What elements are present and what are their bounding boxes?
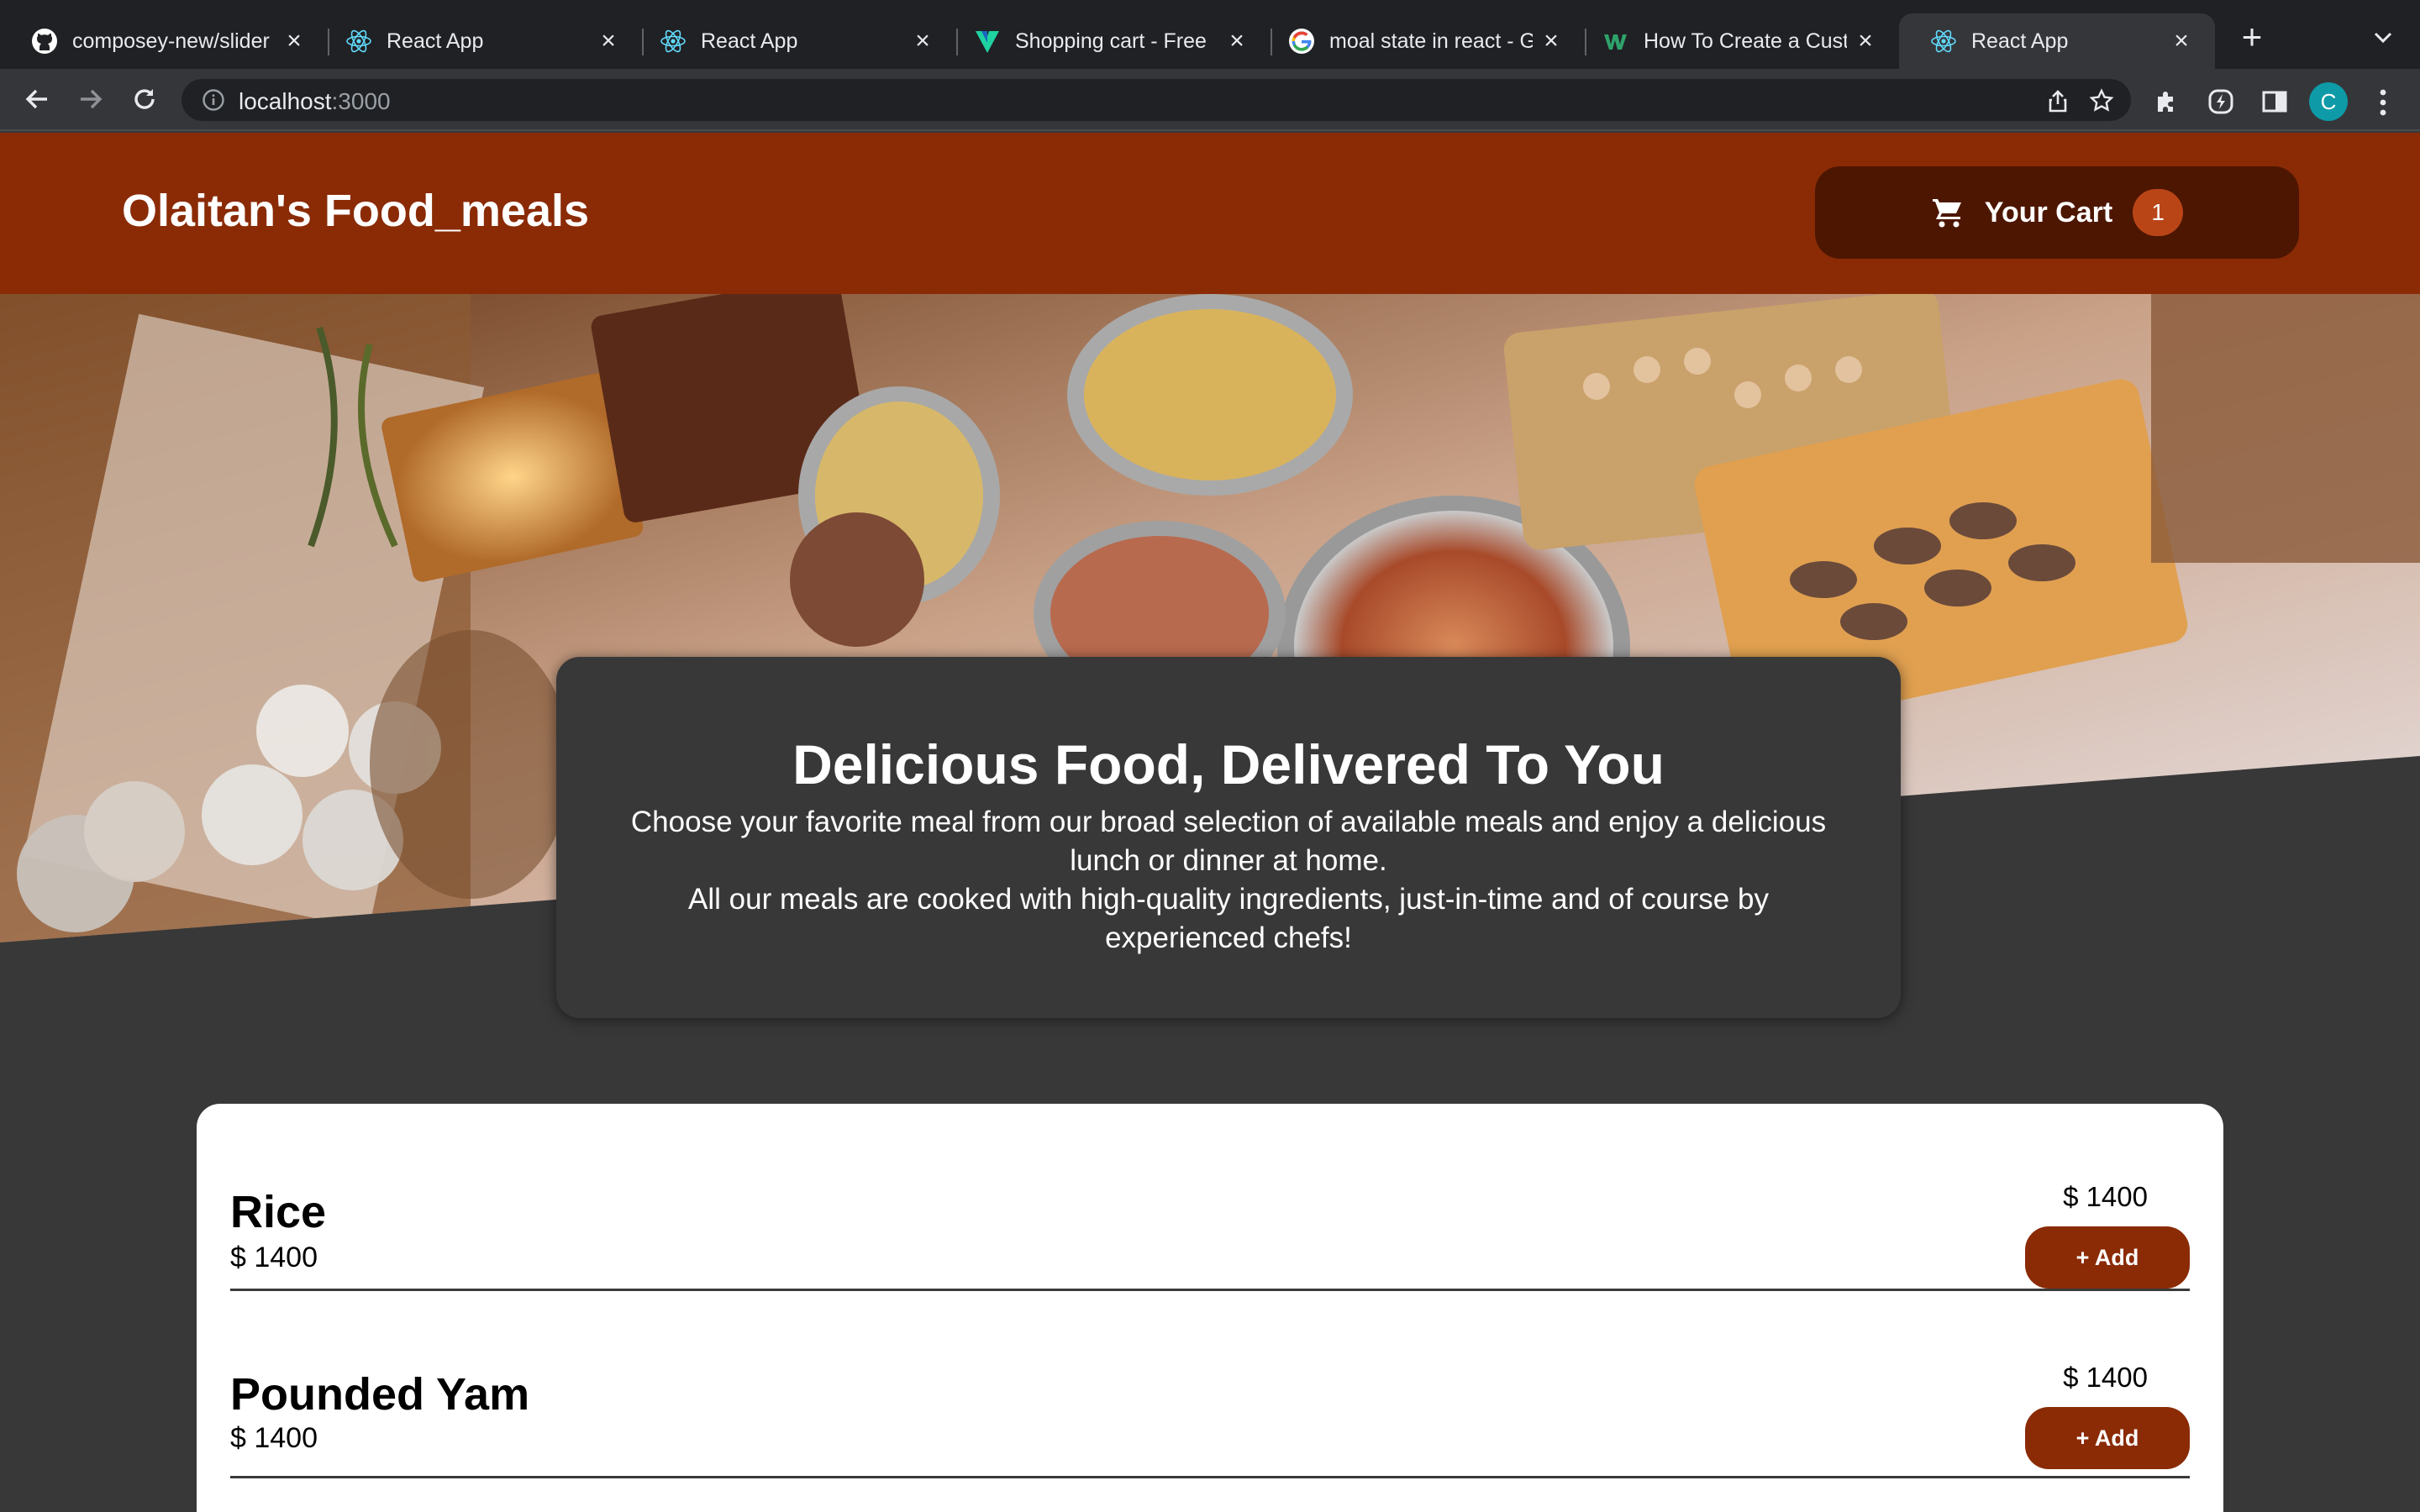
reload-button[interactable] [126, 81, 163, 118]
google-icon [1287, 27, 1316, 55]
meal-price: $ 1400 [230, 1242, 318, 1273]
bookmark-star-icon[interactable] [2089, 88, 2114, 113]
browser-tab-strip: composey-new/slider × React App × React … [0, 0, 2420, 69]
back-button[interactable] [18, 81, 55, 118]
side-panel-icon[interactable] [2260, 87, 2289, 116]
forward-button[interactable] [72, 81, 109, 118]
browser-tab[interactable]: composey-new/slider × [0, 13, 328, 69]
meal-name: Pounded Yam [230, 1369, 530, 1420]
browser-tab[interactable]: Shopping cart - Free × [943, 13, 1270, 69]
browser-toolbar: localhost:3000 [0, 69, 2420, 131]
extensions-puzzle-icon[interactable] [2153, 87, 2181, 116]
vuetify-icon [973, 27, 1002, 55]
tab-close-icon[interactable]: × [597, 27, 620, 55]
summary-paragraph: Choose your favorite meal from our broad… [630, 806, 1827, 877]
brand-title: Olaitan's Food_meals [122, 186, 590, 236]
browser-tab[interactable]: React App × [629, 13, 956, 69]
react-icon [1929, 27, 1958, 55]
url-text: localhost:3000 [239, 88, 391, 114]
react-icon [659, 27, 687, 55]
share-icon[interactable] [2045, 88, 2070, 113]
meal-amount-label: $ 1400 [2063, 1181, 2148, 1212]
tab-search-chevron-icon[interactable] [2370, 24, 2396, 50]
webflow-icon [1602, 27, 1630, 55]
new-tab-button[interactable]: + [2235, 19, 2269, 55]
tab-close-icon[interactable]: × [2170, 27, 2193, 55]
extension-bolt-icon[interactable] [2207, 87, 2235, 116]
forward-arrow-icon [81, 89, 103, 109]
summary-paragraph: All our meals are cooked with high-quali… [688, 883, 1769, 954]
app-header: Olaitan's Food_meals Your Cart 1 [0, 133, 2420, 294]
add-to-cart-button[interactable]: + Add [2025, 1226, 2190, 1289]
meal-amount-label: $ 1400 [2063, 1362, 2148, 1393]
browser-tab[interactable]: How To Create a Cust × [1571, 13, 1899, 69]
react-icon [345, 27, 373, 55]
meal-item: Pounded Yam $ 1400 $ 1400 + Add [230, 1291, 2190, 1478]
shopping-cart-icon [1932, 199, 1961, 228]
profile-avatar[interactable]: C [2309, 82, 2348, 121]
meal-name: Rice [230, 1187, 327, 1237]
tab-close-icon[interactable]: × [1539, 27, 1563, 55]
cart-count-badge: 1 [2133, 189, 2184, 236]
tab-close-icon[interactable]: × [282, 27, 306, 55]
tab-close-icon[interactable]: × [911, 27, 934, 55]
meal-price: $ 1400 [230, 1422, 318, 1454]
cart-label: Your Cart [1984, 196, 2113, 228]
browser-tab[interactable]: React App × [314, 13, 642, 69]
browser-tab[interactable]: moal state in react - G × [1257, 13, 1585, 69]
address-bar[interactable]: localhost:3000 [182, 79, 2131, 121]
tab-close-icon[interactable]: × [1854, 27, 1877, 55]
available-meals-card: Rice $ 1400 $ 1400 + Add Pounded Yam $ 1… [197, 1104, 2223, 1512]
back-arrow-icon [25, 89, 47, 109]
your-cart-button[interactable]: Your Cart 1 [1815, 166, 2299, 259]
meal-item: Rice $ 1400 $ 1400 + Add [230, 1104, 2190, 1291]
tab-close-icon[interactable]: × [1225, 27, 1249, 55]
add-to-cart-button[interactable]: + Add [2025, 1407, 2190, 1469]
github-icon [30, 27, 59, 55]
browser-tab-active[interactable]: React App × [1899, 13, 2215, 69]
meals-summary-card: Delicious Food, Delivered To You Choose … [556, 657, 1901, 1018]
site-info-icon[interactable] [202, 88, 225, 112]
summary-title: Delicious Food, Delivered To You [792, 733, 1665, 795]
browser-menu-icon[interactable] [2375, 84, 2391, 121]
reload-icon [134, 89, 155, 109]
